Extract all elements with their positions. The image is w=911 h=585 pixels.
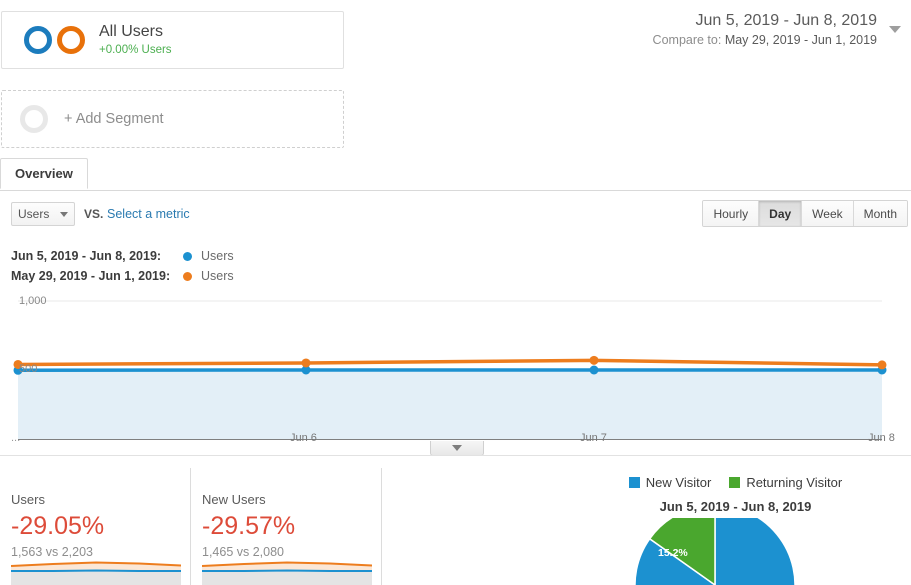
select-a-metric-link[interactable]: Select a metric <box>107 207 190 221</box>
metric-card-users[interactable]: Users -29.05% 1,563 vs 2,203 <box>0 468 190 585</box>
metric-select-value: Users <box>18 207 50 221</box>
chart-legend-item-compare[interactable]: May 29, 2019 - Jun 1, 2019: Users <box>11 266 234 286</box>
users-over-time-chart[interactable] <box>0 292 911 440</box>
metric-card-percent: -29.05% <box>11 512 105 540</box>
granularity-button-group: Hourly Day Week Month <box>702 200 908 227</box>
new-vs-returning-pie-block: New Visitor Returning Visitor Jun 5, 201… <box>560 468 911 585</box>
tab-strip: Overview <box>0 158 911 191</box>
metric-card-empty <box>381 468 560 585</box>
metric-select-dropdown[interactable]: Users <box>11 202 75 226</box>
segment-ring-compare-icon <box>57 26 85 54</box>
pie-legend-label-new-visitor: New Visitor <box>645 475 712 490</box>
granularity-month[interactable]: Month <box>853 201 907 226</box>
chart-legend: Jun 5, 2019 - Jun 8, 2019: Users May 29,… <box>11 246 234 286</box>
segment-card-all-users[interactable]: All Users +0.00% Users <box>1 11 344 69</box>
pie-legend-item-returning-visitor[interactable]: Returning Visitor <box>729 475 842 490</box>
x-axis-tick-1: Jun 6 <box>290 432 317 444</box>
pie-legend-label-returning-visitor: Returning Visitor <box>746 475 843 490</box>
segment-card-texts: All Users +0.00% Users <box>99 23 172 57</box>
metric-card-title: Users <box>11 492 45 507</box>
pie-chart-canvas[interactable] <box>560 518 911 585</box>
pie-chart-title: Jun 5, 2019 - Jun 8, 2019 <box>659 499 812 514</box>
chart-legend-metric-primary: Users <box>201 249 234 263</box>
date-range-compare: Compare to: May 29, 2019 - Jun 1, 2019 <box>605 32 905 49</box>
chevron-down-icon[interactable] <box>889 26 901 33</box>
metric-card-new-users[interactable]: New Users -29.57% 1,465 vs 2,080 <box>190 468 381 585</box>
add-segment-button[interactable]: + Add Segment <box>1 90 344 148</box>
add-segment-label: + Add Segment <box>64 111 164 127</box>
date-range-compare-prefix: Compare to: <box>652 32 725 47</box>
chart-collapse-toggle[interactable] <box>430 441 484 456</box>
chevron-down-icon <box>60 211 68 217</box>
chart-legend-dot-compare <box>183 271 192 281</box>
chart-canvas <box>13 300 887 440</box>
vs-label: VS. <box>84 207 104 221</box>
chart-legend-item-primary[interactable]: Jun 5, 2019 - Jun 8, 2019: Users <box>11 246 234 266</box>
chart-legend-range-primary: Jun 5, 2019 - Jun 8, 2019: <box>11 249 162 263</box>
metric-card-sparkline <box>11 561 181 585</box>
y-axis-tick-1000: 1,000 <box>19 295 47 307</box>
pie-legend-swatch-returning-visitor <box>729 477 741 488</box>
chart-legend-dot-primary <box>183 251 192 261</box>
granularity-week[interactable]: Week <box>802 201 854 226</box>
pie-legend: New Visitor Returning Visitor <box>560 475 911 490</box>
chart-legend-metric-compare: Users <box>201 269 234 283</box>
segment-ring-primary-icon <box>24 26 52 54</box>
date-range-primary: Jun 5, 2019 - Jun 8, 2019 <box>695 12 877 29</box>
metric-card-percent: -29.57% <box>202 512 296 540</box>
x-axis-tick-0: ... <box>11 432 21 444</box>
y-axis-tick-500: 500 <box>19 363 38 375</box>
segment-name: All Users <box>99 23 164 41</box>
x-axis-tick-3: Jun 8 <box>868 432 895 444</box>
chart-bottom-divider <box>0 455 911 456</box>
date-range-compare-value: May 29, 2019 - Jun 1, 2019 <box>724 32 877 47</box>
granularity-hourly[interactable]: Hourly <box>703 201 760 226</box>
x-axis-tick-2: Jun 7 <box>580 432 607 444</box>
tab-overview[interactable]: Overview <box>0 158 88 189</box>
top-bar: All Users +0.00% Users Jun 5, 2019 - Jun… <box>0 0 911 78</box>
pie-legend-item-new-visitor[interactable]: New Visitor <box>628 475 712 490</box>
pie-legend-swatch-new-visitor <box>628 477 640 488</box>
metric-card-title: New Users <box>202 492 266 507</box>
tab-overview-label: Overview <box>15 166 73 181</box>
segment-change: +0.00% Users <box>99 43 172 56</box>
pie-slice-label-returning: 15.2% <box>658 547 688 559</box>
chevron-down-icon <box>452 445 462 451</box>
metric-card-sparkline <box>202 561 372 585</box>
chart-legend-range-compare: May 29, 2019 - Jun 1, 2019: <box>11 269 171 283</box>
granularity-day[interactable]: Day <box>759 201 803 226</box>
date-range-picker[interactable]: Jun 5, 2019 - Jun 8, 2019 Compare to: Ma… <box>605 10 905 48</box>
add-segment-ring-icon <box>20 105 48 133</box>
